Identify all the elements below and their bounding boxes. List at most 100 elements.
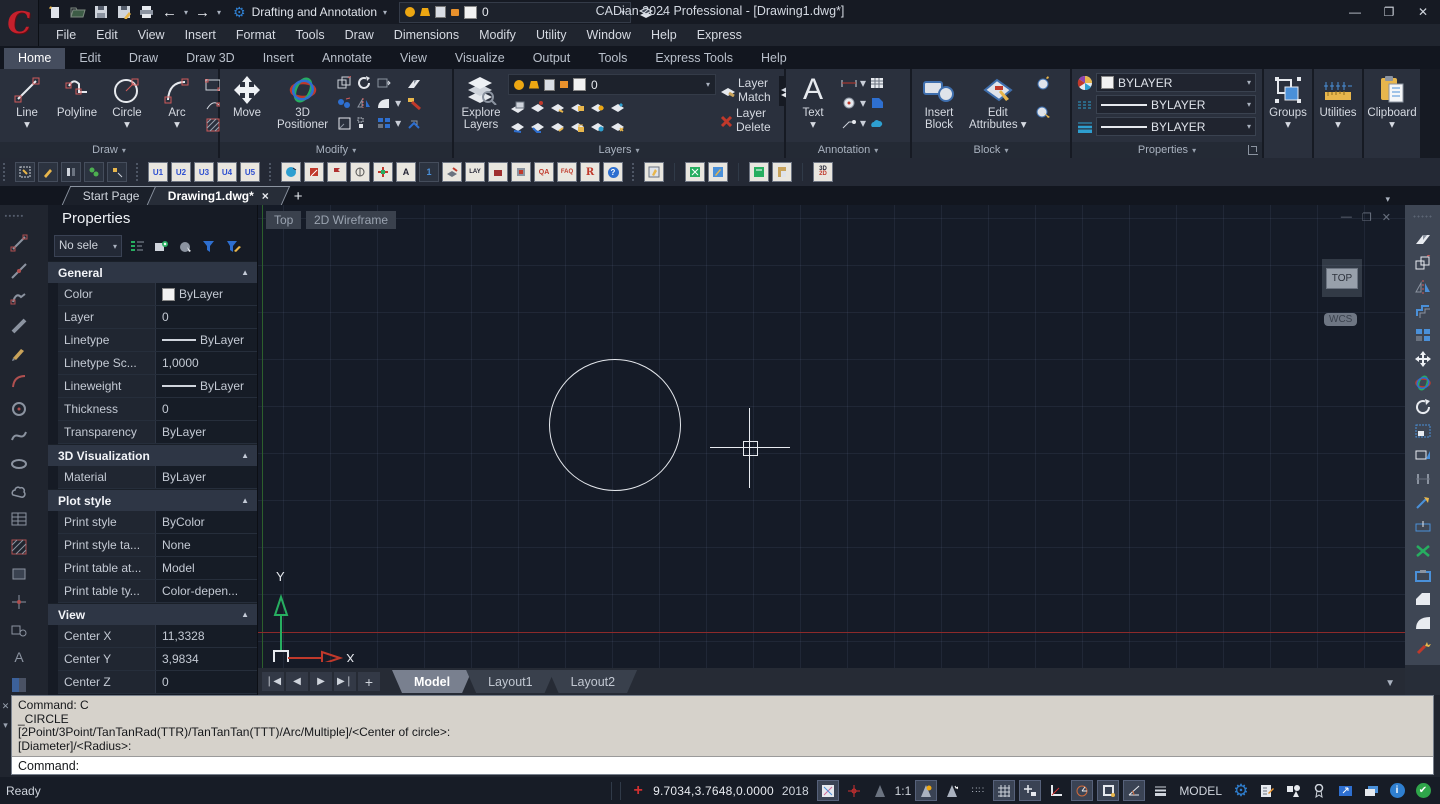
panel-label-annotation[interactable]: Annotation▾ — [786, 142, 910, 158]
tab-draw3d[interactable]: Draw 3D — [172, 48, 249, 69]
mirror-icon[interactable] — [355, 94, 373, 112]
select-similar-icon[interactable] — [107, 162, 127, 182]
line-tool-icon[interactable] — [8, 233, 30, 254]
text-tool-icon[interactable]: A — [8, 647, 30, 668]
layer-unlock-icon[interactable] — [568, 117, 586, 135]
spline-tool-icon[interactable] — [8, 426, 30, 447]
smart-select-icon[interactable] — [15, 162, 35, 182]
shapes-palette-icon[interactable] — [1282, 780, 1304, 801]
model-space-toggle[interactable]: MODEL — [1179, 784, 1222, 798]
panel-label-properties[interactable]: Properties▾ — [1072, 142, 1262, 158]
restore-button[interactable]: ❐ — [1372, 1, 1406, 23]
copy-icon[interactable] — [335, 74, 353, 92]
prop-row-thickness[interactable]: Thickness0 — [58, 398, 257, 421]
layer-merge-icon[interactable] — [548, 117, 566, 135]
array2-icon[interactable] — [375, 114, 393, 132]
viewport-view-control[interactable]: Top — [266, 211, 301, 229]
print-icon[interactable] — [138, 4, 155, 21]
chevron-down-icon[interactable]: ▾ — [395, 116, 401, 130]
chevron-down-icon[interactable]: ▾ — [860, 116, 866, 130]
copy-tool-icon[interactable] — [1410, 251, 1436, 275]
redo-dropdown-icon[interactable]: ▾ — [217, 8, 221, 17]
abc-export-icon[interactable] — [749, 162, 769, 182]
tab-insert[interactable]: Insert — [249, 48, 308, 69]
drawn-circle-entity[interactable] — [549, 359, 681, 491]
scale-icon[interactable] — [335, 114, 353, 132]
redline-icon[interactable]: R — [580, 162, 600, 182]
prop-row-print-style-table[interactable]: Print style ta...None — [58, 534, 257, 557]
xline-tool-icon[interactable] — [8, 260, 30, 281]
prop-row-transparency[interactable]: TransparencyByLayer — [58, 421, 257, 444]
drawing-canvas[interactable]: Top 2D Wireframe — ❐ ✕ TOP WCS Y — [258, 205, 1405, 695]
help-circle-icon[interactable]: ? — [603, 162, 623, 182]
ellipse-tool-icon[interactable] — [8, 454, 30, 475]
ortho-mode-icon[interactable] — [1045, 780, 1067, 801]
point-tool-icon[interactable] — [8, 592, 30, 613]
stretch-tool-icon[interactable] — [1410, 443, 1436, 467]
rectangle-tool-icon[interactable] — [1410, 563, 1436, 587]
next-layout-icon[interactable]: ▶ — [310, 672, 332, 691]
drawing-check-icon[interactable] — [1256, 780, 1278, 801]
block-red-icon[interactable] — [488, 162, 508, 182]
layer-unisolate-icon[interactable] — [528, 97, 546, 115]
tab-layout2[interactable]: Layout2 — [549, 670, 637, 693]
layer-thaw-icon[interactable] — [608, 97, 626, 115]
match-icon[interactable] — [61, 162, 81, 182]
extend-tool-icon[interactable] — [1410, 491, 1436, 515]
vp-minimize-icon[interactable]: — — [1341, 211, 1352, 224]
attr-sync-icon[interactable] — [511, 162, 531, 182]
menu-file[interactable]: File — [46, 28, 86, 42]
license-badge-icon[interactable] — [1308, 780, 1330, 801]
tab-model[interactable]: Model — [392, 670, 472, 693]
numbering-icon[interactable]: 1 — [419, 162, 439, 182]
layer-freeze-tool-icon[interactable] — [548, 97, 566, 115]
menu-tools[interactable]: Tools — [285, 28, 334, 42]
toolbar-grip[interactable] — [2, 162, 7, 182]
tab-edit[interactable]: Edit — [65, 48, 115, 69]
annotation-scale-icon[interactable] — [869, 780, 891, 801]
info-icon[interactable]: i — [1386, 780, 1408, 801]
section-view[interactable]: View▲ — [48, 603, 257, 625]
drawing-standard[interactable]: 2018 — [782, 784, 809, 798]
insert-block-button[interactable]: InsertBlock — [916, 72, 962, 142]
utilities-button[interactable]: Utilities▾ — [1315, 72, 1361, 158]
menu-draw[interactable]: Draw — [335, 28, 384, 42]
tab-drawing1[interactable]: Drawing1.dwg* × — [146, 186, 289, 205]
group-edit-icon[interactable] — [84, 162, 104, 182]
tab-annotate[interactable]: Annotate — [308, 48, 386, 69]
polar-tracking-icon[interactable] — [1071, 780, 1093, 801]
auto-annotation-icon[interactable] — [941, 780, 963, 801]
tab-view[interactable]: View — [386, 48, 441, 69]
section-plot-style[interactable]: Plot style▲ — [48, 489, 257, 511]
command-input[interactable]: Command: — [12, 756, 1433, 774]
table-icon[interactable] — [868, 74, 886, 92]
hatch-tool-icon[interactable] — [8, 536, 30, 557]
plot-flag-icon[interactable] — [327, 162, 347, 182]
clean-screen-icon[interactable] — [1334, 780, 1356, 801]
prop-row-color[interactable]: ColorByLayer — [58, 283, 257, 306]
open-file-icon[interactable] — [69, 4, 86, 21]
menu-express[interactable]: Express — [687, 28, 752, 42]
cascade-windows-icon[interactable] — [1360, 780, 1382, 801]
region-tool-icon[interactable] — [8, 564, 30, 585]
annotation-visibility-icon[interactable] — [915, 780, 937, 801]
toolbar-grip[interactable] — [268, 162, 273, 182]
table-tool-icon[interactable] — [8, 509, 30, 530]
line-button[interactable]: Line▾ — [4, 72, 50, 142]
menu-utility[interactable]: Utility — [526, 28, 577, 42]
qa-icon[interactable]: QA — [534, 162, 554, 182]
annotation-scale-value[interactable]: 1:1 — [895, 784, 912, 798]
tab-home[interactable]: Home — [4, 48, 65, 69]
tab-tools[interactable]: Tools — [584, 48, 641, 69]
tab-output[interactable]: Output — [519, 48, 585, 69]
block-editor-icon[interactable] — [1034, 102, 1052, 120]
clipboard-button[interactable]: Clipboard▾ — [1368, 72, 1416, 158]
explode-tool-icon[interactable] — [1410, 635, 1436, 659]
tab-help[interactable]: Help — [747, 48, 801, 69]
app-logo-icon[interactable]: C — [0, 0, 39, 46]
toggle-pickadd-icon[interactable] — [176, 237, 194, 255]
gradient-tool-icon[interactable] — [8, 674, 30, 695]
rotate-tool-icon[interactable] — [1410, 395, 1436, 419]
coordinates-readout[interactable]: 9.7034,3.7648,0.0000 — [653, 784, 774, 798]
grid-display-icon[interactable] — [993, 780, 1015, 801]
